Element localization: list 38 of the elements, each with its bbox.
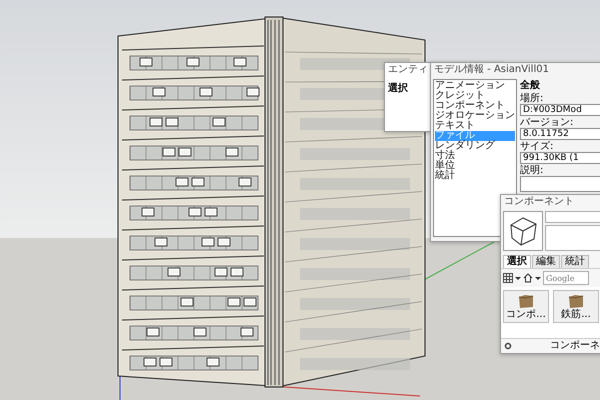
description-field[interactable] (520, 176, 600, 192)
grid-view-icon[interactable] (503, 273, 513, 283)
field-label: サイズ: (520, 141, 554, 152)
sidebar-item[interactable]: レンダリング (435, 141, 515, 151)
tab[interactable]: 統計 (561, 255, 589, 268)
sidebar-item[interactable]: アニメーション (435, 81, 515, 91)
selection-label: 選択 (387, 82, 409, 96)
text-field[interactable]: D:¥003DMod (520, 104, 600, 116)
field-label: バージョン: (520, 117, 574, 128)
sidebar-item[interactable]: クレジット (435, 91, 515, 101)
text-field[interactable]: 991.30KB (1 (520, 152, 600, 164)
search-field[interactable]: Google (543, 271, 589, 285)
component-item[interactable]: 鉄筋... (553, 290, 599, 323)
text-field[interactable]: 8.0.11752 (520, 128, 600, 140)
window-title: エンティ (387, 63, 429, 77)
folder-icon (517, 293, 535, 309)
item-label: コンポ... (506, 309, 546, 320)
sidebar-item[interactable]: 統計 (435, 171, 515, 181)
home-icon[interactable] (523, 273, 533, 283)
cube-icon (503, 211, 543, 251)
sidebar-item[interactable]: 単位 (435, 161, 515, 171)
sidebar-item[interactable]: テキスト (435, 121, 515, 131)
sidebar-item[interactable]: 寸法 (435, 151, 515, 161)
description-field[interactable] (545, 225, 600, 251)
window-title: コンポーネント (503, 195, 575, 209)
field-label: 説明: (520, 165, 544, 176)
name-field[interactable] (545, 211, 600, 223)
tab[interactable]: 編集 (532, 255, 560, 268)
field-label: 場所: (520, 93, 544, 104)
status-text: コンポーネ (550, 340, 600, 352)
section-title: 全般 (520, 79, 541, 92)
folder-icon (567, 293, 585, 309)
sidebar-item[interactable]: ジオロケーション (435, 111, 515, 121)
window-title: モデル情報 - AsianVill01 (433, 63, 550, 77)
item-label: 鉄筋... (561, 309, 591, 320)
sidebar-item[interactable]: コンポーネント (435, 101, 515, 111)
component-item[interactable]: コンポ... (503, 290, 549, 323)
tab[interactable]: 選択 (503, 255, 531, 268)
